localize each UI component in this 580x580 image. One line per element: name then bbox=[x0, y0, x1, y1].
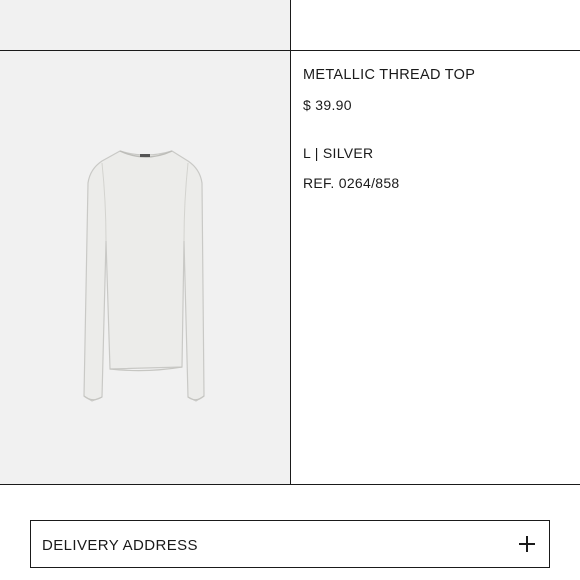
product-row: METALLIC THREAD TOP $ 39.90 L | SILVER R… bbox=[0, 51, 580, 485]
product-price: $ 39.90 bbox=[303, 97, 352, 113]
product-info: METALLIC THREAD TOP $ 39.90 L | SILVER R… bbox=[290, 51, 580, 484]
product-name[interactable]: METALLIC THREAD TOP bbox=[303, 67, 475, 83]
delivery-address-button[interactable]: DELIVERY ADDRESS bbox=[30, 520, 550, 568]
garment-illustration bbox=[83, 150, 205, 402]
product-image[interactable] bbox=[0, 51, 290, 484]
delivery-address-label: DELIVERY ADDRESS bbox=[42, 537, 198, 554]
top-row bbox=[0, 0, 580, 51]
product-size-color: L | SILVER bbox=[303, 145, 374, 161]
previous-item-info-area bbox=[290, 0, 580, 50]
previous-item-image-area bbox=[0, 0, 290, 50]
product-reference: REF. 0264/858 bbox=[303, 175, 400, 191]
plus-icon[interactable] bbox=[519, 536, 535, 552]
